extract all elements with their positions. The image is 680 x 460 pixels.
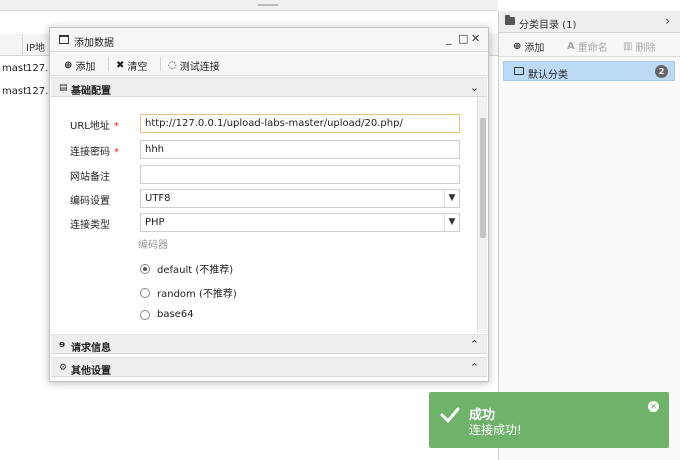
column-divider bbox=[22, 34, 23, 56]
add-category-button[interactable]: ⊕ 添加 bbox=[513, 39, 544, 54]
toolbar-divider bbox=[160, 57, 161, 71]
section-title-basic: 基础配置 bbox=[71, 86, 111, 97]
toast-close-icon[interactable]: ✕ bbox=[648, 401, 659, 412]
column-header-ip[interactable]: IP地 bbox=[26, 39, 45, 54]
dialog-title: 添加数据 bbox=[74, 38, 114, 49]
section-title-other: 其他设置 bbox=[71, 366, 111, 377]
add-data-dialog: 添加数据 _ □ ✕ ⊕ 添加 ✖ 清空 ◌ 测试连接 ▤ 基础配置 ⌄ URL… bbox=[49, 27, 489, 382]
font-icon: A bbox=[567, 41, 575, 52]
category-panel-header: 分类目录 (1) › bbox=[499, 11, 680, 33]
spinner-icon: ◌ bbox=[168, 60, 177, 71]
success-toast: 成功 连接成功! ✕ bbox=[429, 392, 669, 448]
top-bar bbox=[0, 0, 498, 11]
clear-button[interactable]: ✖ 清空 bbox=[116, 58, 147, 73]
type-label: 连接类型 bbox=[70, 220, 110, 231]
toolbar-divider bbox=[108, 57, 109, 71]
required-mark: * bbox=[114, 147, 119, 158]
category-panel-title: 分类目录 (1) bbox=[519, 20, 577, 31]
chevron-up-icon: ⌃ bbox=[469, 338, 479, 351]
encoder-radio-default[interactable]: default (不推荐) bbox=[140, 261, 233, 276]
chevron-down-icon: ▼ bbox=[444, 190, 459, 207]
category-toolbar: ⊕ 添加 A 重命名 ▥ 删除 bbox=[499, 33, 680, 57]
folder-open-icon bbox=[514, 67, 524, 75]
add-button[interactable]: ⊕ 添加 bbox=[64, 58, 95, 73]
maximize-button[interactable]: □ bbox=[458, 32, 468, 45]
encoder-option-label: base64 bbox=[157, 309, 194, 320]
add-category-label: 添加 bbox=[524, 43, 545, 54]
encoder-option-label: default (不推荐) bbox=[157, 265, 234, 276]
resize-grip[interactable] bbox=[258, 4, 278, 6]
x-icon: ✖ bbox=[116, 60, 125, 71]
section-header-other[interactable]: ⚙ 其他设置 ⌃ bbox=[51, 357, 487, 377]
test-connection-label: 测试连接 bbox=[179, 62, 220, 73]
radio-dot[interactable] bbox=[140, 309, 150, 320]
category-item-default[interactable]: 默认分类 2 bbox=[503, 61, 675, 81]
chevron-down-icon: ▼ bbox=[444, 214, 459, 231]
required-mark: * bbox=[113, 121, 119, 132]
row-cell-url: mast bbox=[2, 86, 27, 97]
cogs-icon: ⚙ bbox=[59, 363, 68, 373]
section-header-basic[interactable]: ▤ 基础配置 ⌄ bbox=[51, 77, 487, 97]
note-label: 网站备注 bbox=[70, 172, 110, 183]
category-item-label: 默认分类 bbox=[528, 70, 568, 81]
note-input[interactable] bbox=[140, 165, 460, 184]
encoder-option-label: random (不推荐) bbox=[157, 289, 237, 300]
form-scrollbar[interactable] bbox=[477, 97, 487, 333]
file-icon: ▤ bbox=[59, 83, 68, 93]
type-select[interactable]: PHP ▼ bbox=[140, 213, 460, 232]
window-icon bbox=[59, 35, 69, 44]
encoding-label: 编码设置 bbox=[70, 196, 110, 207]
plus-circle-icon: ⊕ bbox=[64, 60, 73, 71]
radio-dot[interactable] bbox=[140, 287, 150, 298]
encoding-value: UTF8 bbox=[145, 193, 171, 204]
chevron-up-icon: ⌃ bbox=[469, 361, 479, 374]
close-button[interactable]: ✕ bbox=[471, 32, 480, 45]
scrollbar-thumb[interactable] bbox=[480, 118, 486, 238]
url-label: URL地址 * bbox=[70, 121, 119, 132]
password-input[interactable] bbox=[140, 140, 460, 159]
dialog-toolbar: ⊕ 添加 ✖ 清空 ◌ 测试连接 bbox=[50, 52, 488, 76]
encoding-select[interactable]: UTF8 ▼ bbox=[140, 189, 460, 208]
edge-icon: ɘ bbox=[59, 340, 66, 350]
type-value: PHP bbox=[145, 217, 165, 228]
section-title-request: 请求信息 bbox=[71, 343, 111, 354]
collapse-panel-button[interactable]: › bbox=[665, 14, 670, 28]
encoder-group-label: 编码器 bbox=[138, 240, 168, 251]
test-connection-button[interactable]: ◌ 测试连接 bbox=[168, 58, 220, 73]
chevron-down-icon: ⌄ bbox=[469, 81, 479, 94]
clear-button-label: 清空 bbox=[127, 62, 148, 73]
row-cell-url: mast bbox=[2, 63, 27, 74]
rename-category-button[interactable]: A 重命名 bbox=[567, 39, 608, 54]
trash-icon: ▥ bbox=[623, 41, 633, 52]
url-input[interactable] bbox=[140, 114, 460, 133]
delete-category-label: 删除 bbox=[635, 43, 656, 54]
section-header-request[interactable]: ɘ 请求信息 ⌃ bbox=[51, 334, 487, 354]
plus-circle-icon: ⊕ bbox=[513, 41, 522, 52]
delete-category-button[interactable]: ▥ 删除 bbox=[623, 39, 655, 54]
add-button-label: 添加 bbox=[75, 62, 96, 73]
encoder-radio-random[interactable]: random (不推荐) bbox=[140, 285, 237, 300]
category-count-badge: 2 bbox=[655, 65, 668, 78]
toast-message: 连接成功! bbox=[469, 423, 522, 437]
encoder-radio-base64[interactable]: base64 bbox=[140, 309, 194, 320]
basic-config-form: URL地址* 连接密码* 网站备注 编码设置 UTF8 ▼ 连接类型 PHP ▼… bbox=[51, 97, 487, 333]
radio-dot[interactable] bbox=[140, 263, 150, 274]
check-icon bbox=[440, 407, 460, 423]
minimize-button[interactable]: _ bbox=[446, 32, 452, 45]
password-label: 连接密码 * bbox=[70, 147, 119, 158]
dialog-titlebar[interactable]: 添加数据 _ □ ✕ bbox=[50, 28, 488, 52]
rename-category-label: 重命名 bbox=[577, 43, 608, 54]
folder-icon bbox=[505, 15, 515, 25]
